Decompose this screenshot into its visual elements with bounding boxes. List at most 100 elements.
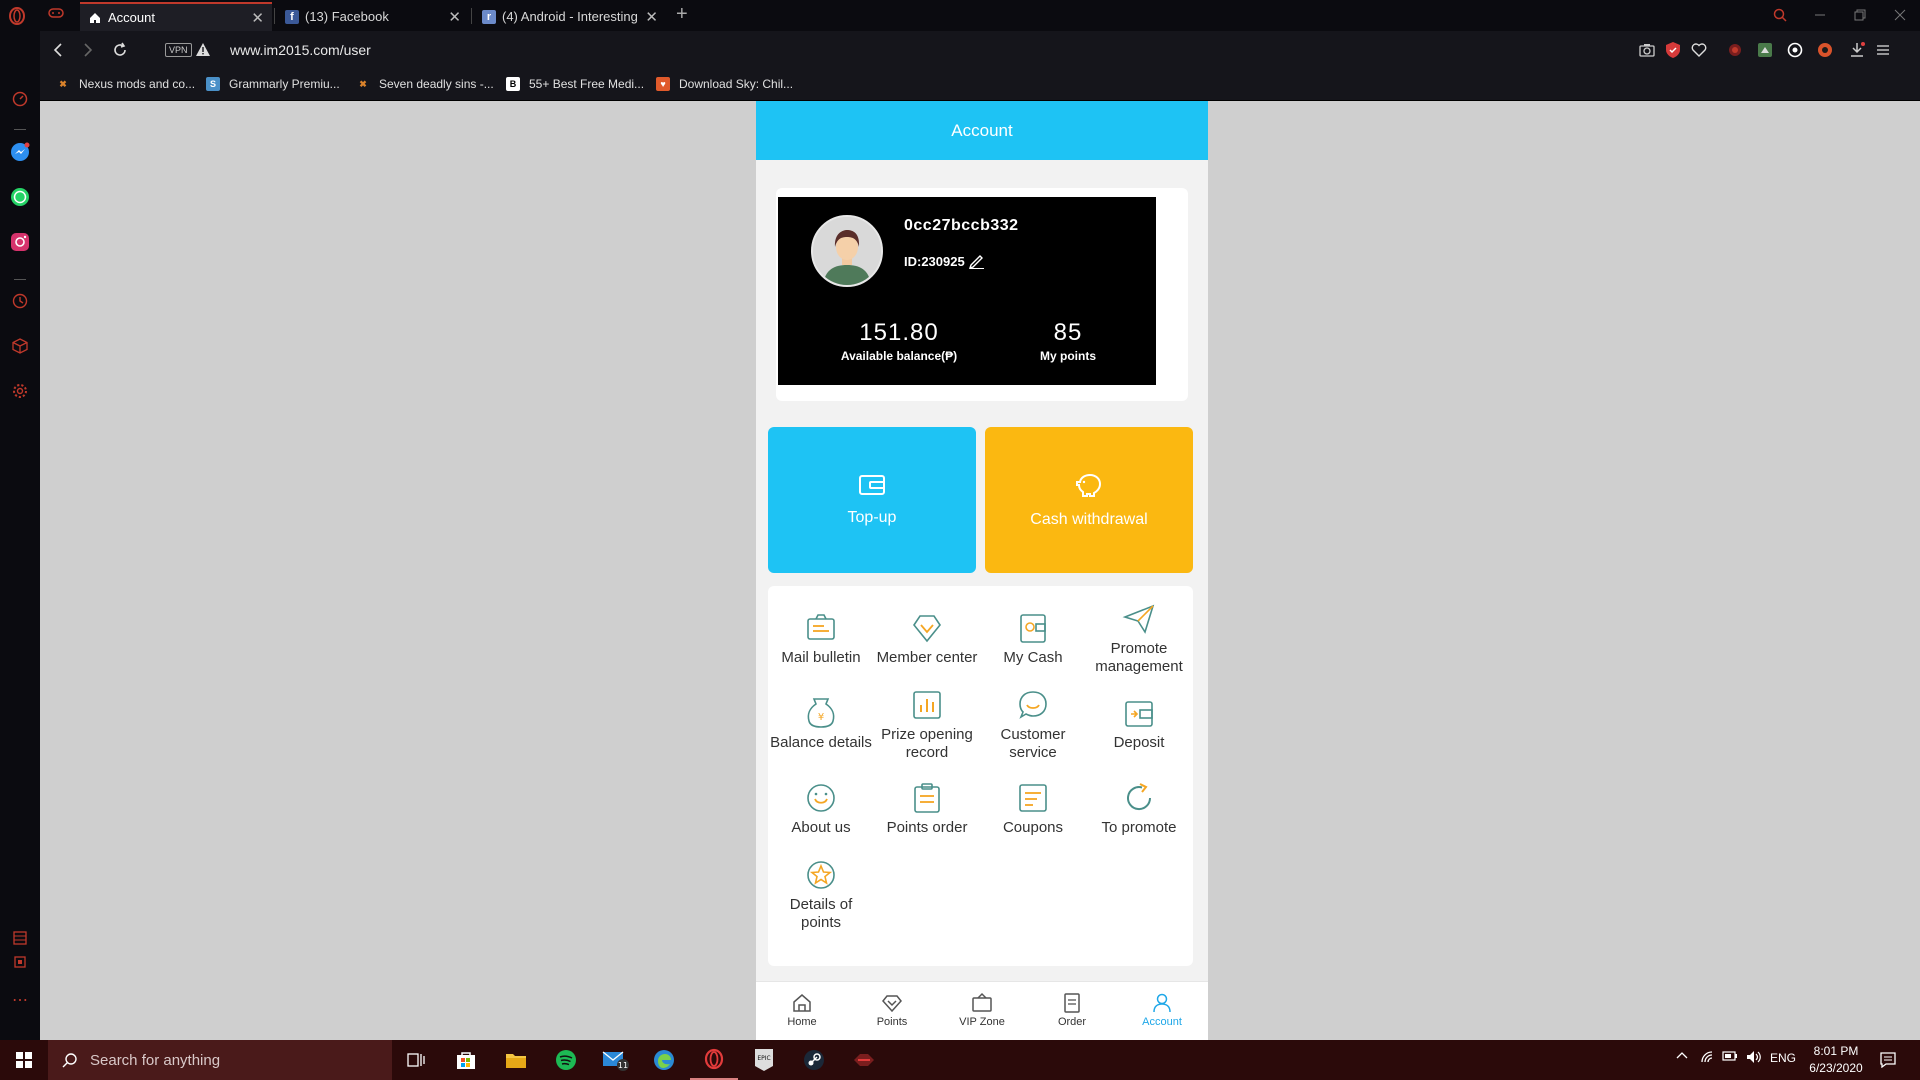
taskbar-search-input[interactable]: Search for anything: [48, 1040, 392, 1080]
start-button[interactable]: [0, 1040, 48, 1080]
gx-control-icon[interactable]: [48, 7, 70, 25]
points-stat[interactable]: 85 My points: [1028, 319, 1108, 363]
epic-games-icon[interactable]: EPIC: [740, 1040, 788, 1080]
opera-gx-icon[interactable]: [690, 1040, 738, 1080]
nav-home[interactable]: Home: [762, 992, 842, 1028]
wifi-icon[interactable]: [1700, 1050, 1714, 1064]
menu-label: To promote: [1101, 819, 1177, 836]
snapshot-icon[interactable]: [1638, 41, 1656, 59]
easy-setup-icon[interactable]: [1874, 41, 1892, 59]
close-tab-icon[interactable]: ✕: [448, 8, 461, 26]
gx-corner-icon[interactable]: [9, 88, 31, 110]
edit-pencil-icon[interactable]: [968, 253, 985, 269]
nav-vip-zone[interactable]: VIP Zone: [942, 992, 1022, 1028]
tray-overflow-icon[interactable]: [1676, 1050, 1688, 1060]
vpn-badge[interactable]: VPN: [165, 43, 192, 57]
menu-customer-service[interactable]: Customer service: [980, 688, 1086, 762]
paper-plane-icon: [1122, 602, 1156, 636]
cash-withdrawal-button[interactable]: Cash withdrawal: [985, 427, 1193, 573]
avatar[interactable]: [811, 215, 883, 287]
bookmark-item[interactable]: ✖ Seven deadly sins -...: [356, 77, 494, 91]
close-window-button[interactable]: [1888, 5, 1912, 25]
menu-member-center[interactable]: Member center: [874, 611, 980, 667]
adblock-shield-icon[interactable]: [1664, 41, 1682, 59]
new-tab-button[interactable]: +: [676, 3, 688, 26]
search-placeholder: Search for anything: [90, 1051, 221, 1069]
minimize-button[interactable]: [1808, 5, 1832, 25]
bookmark-item[interactable]: ✖ Nexus mods and co...: [56, 77, 195, 91]
whatsapp-icon[interactable]: [9, 186, 31, 208]
wallet-card-icon: [858, 473, 886, 497]
close-tab-icon[interactable]: ✕: [251, 9, 264, 27]
ram-limiter-icon[interactable]: [9, 951, 31, 973]
heart-icon[interactable]: [1690, 41, 1708, 59]
cpu-limiter-icon[interactable]: [9, 927, 31, 949]
balance-stat[interactable]: 151.80 Available balance(₱): [824, 319, 974, 363]
opera-menu-icon[interactable]: [8, 7, 32, 31]
menu-label: About us: [791, 819, 851, 836]
restore-button[interactable]: [1848, 5, 1872, 25]
settings-gear-icon[interactable]: [9, 380, 31, 402]
menu-coupons[interactable]: Coupons: [980, 781, 1086, 837]
menu-my-cash[interactable]: My Cash: [980, 611, 1086, 667]
warning-icon[interactable]: [196, 43, 210, 56]
menu-label: Deposit: [1113, 734, 1165, 751]
menu-deposit[interactable]: Deposit: [1086, 696, 1192, 752]
nav-account[interactable]: Account: [1122, 992, 1202, 1028]
topup-button[interactable]: Top-up: [768, 427, 976, 573]
menu-promote-management[interactable]: Promote management: [1086, 602, 1192, 676]
svg-text:EPIC: EPIC: [757, 1055, 770, 1062]
username: 0cc27bccb332: [904, 217, 1019, 234]
file-explorer-icon[interactable]: [492, 1040, 540, 1080]
more-options-icon[interactable]: ⋯: [9, 989, 31, 1011]
menu-to-promote[interactable]: To promote: [1086, 781, 1192, 837]
nav-points[interactable]: Points: [852, 992, 932, 1028]
topup-label: Top-up: [847, 509, 897, 526]
sync-extension-icon[interactable]: [1786, 41, 1804, 59]
extension-green-icon[interactable]: [1756, 41, 1774, 59]
bookmark-item[interactable]: S Grammarly Premiu...: [206, 77, 340, 91]
battery-icon[interactable]: [1722, 1050, 1738, 1062]
menu-label: Balance details: [770, 734, 872, 751]
back-button[interactable]: [48, 40, 68, 60]
extension-orange-icon[interactable]: [1816, 41, 1834, 59]
task-view-icon[interactable]: [392, 1040, 440, 1080]
menu-balance-details[interactable]: ¥ Balance details: [768, 696, 874, 752]
tab-facebook[interactable]: f (13) Facebook ✕: [277, 2, 469, 31]
clipboard-icon: [910, 781, 944, 815]
bookmark-item[interactable]: B 55+ Best Free Medi...: [506, 77, 644, 91]
bookmark-item[interactable]: ♥ Download Sky: Chil...: [656, 77, 793, 91]
menu-points-order[interactable]: Points order: [874, 781, 980, 837]
store-icon[interactable]: [442, 1040, 490, 1080]
reload-button[interactable]: [110, 40, 130, 60]
nav-label: VIP Zone: [959, 1016, 1005, 1028]
tab-search-icon[interactable]: [1768, 5, 1792, 25]
nav-order[interactable]: Order: [1032, 992, 1112, 1028]
menu-prize-opening-record[interactable]: Prize opening record: [874, 688, 980, 762]
messenger-icon[interactable]: [9, 141, 31, 163]
mail-icon[interactable]: 11: [592, 1040, 640, 1080]
action-center-icon[interactable]: [1880, 1052, 1896, 1068]
clock-date: 6/23/2020: [1809, 1061, 1863, 1075]
mail-badge: 11: [618, 1061, 628, 1070]
forward-button[interactable]: [78, 40, 98, 60]
instagram-icon[interactable]: [9, 231, 31, 253]
volume-icon[interactable]: [1746, 1050, 1762, 1064]
menu-details-of-points[interactable]: Details of points: [768, 858, 874, 932]
edge-icon[interactable]: [640, 1040, 688, 1080]
history-icon[interactable]: [9, 290, 31, 312]
extension-red-icon[interactable]: [1726, 41, 1744, 59]
menu-about-us[interactable]: About us: [768, 781, 874, 837]
cube-icon[interactable]: [9, 335, 31, 357]
close-tab-icon[interactable]: ✕: [645, 8, 658, 26]
system-clock[interactable]: 8:01 PM 6/23/2020: [1796, 1043, 1876, 1077]
game-app-icon[interactable]: [840, 1040, 888, 1080]
download-icon[interactable]: [1848, 41, 1866, 59]
tab-account[interactable]: Account ✕: [80, 2, 272, 31]
tab-android[interactable]: r (4) Android - Interesting m ✕: [474, 2, 666, 31]
menu-mail-bulletin[interactable]: Mail bulletin: [768, 611, 874, 667]
steam-icon[interactable]: [790, 1040, 838, 1080]
language-indicator[interactable]: ENG: [1770, 1051, 1796, 1065]
spotify-icon[interactable]: [542, 1040, 590, 1080]
url-field[interactable]: www.im2015.com/user: [230, 42, 371, 58]
